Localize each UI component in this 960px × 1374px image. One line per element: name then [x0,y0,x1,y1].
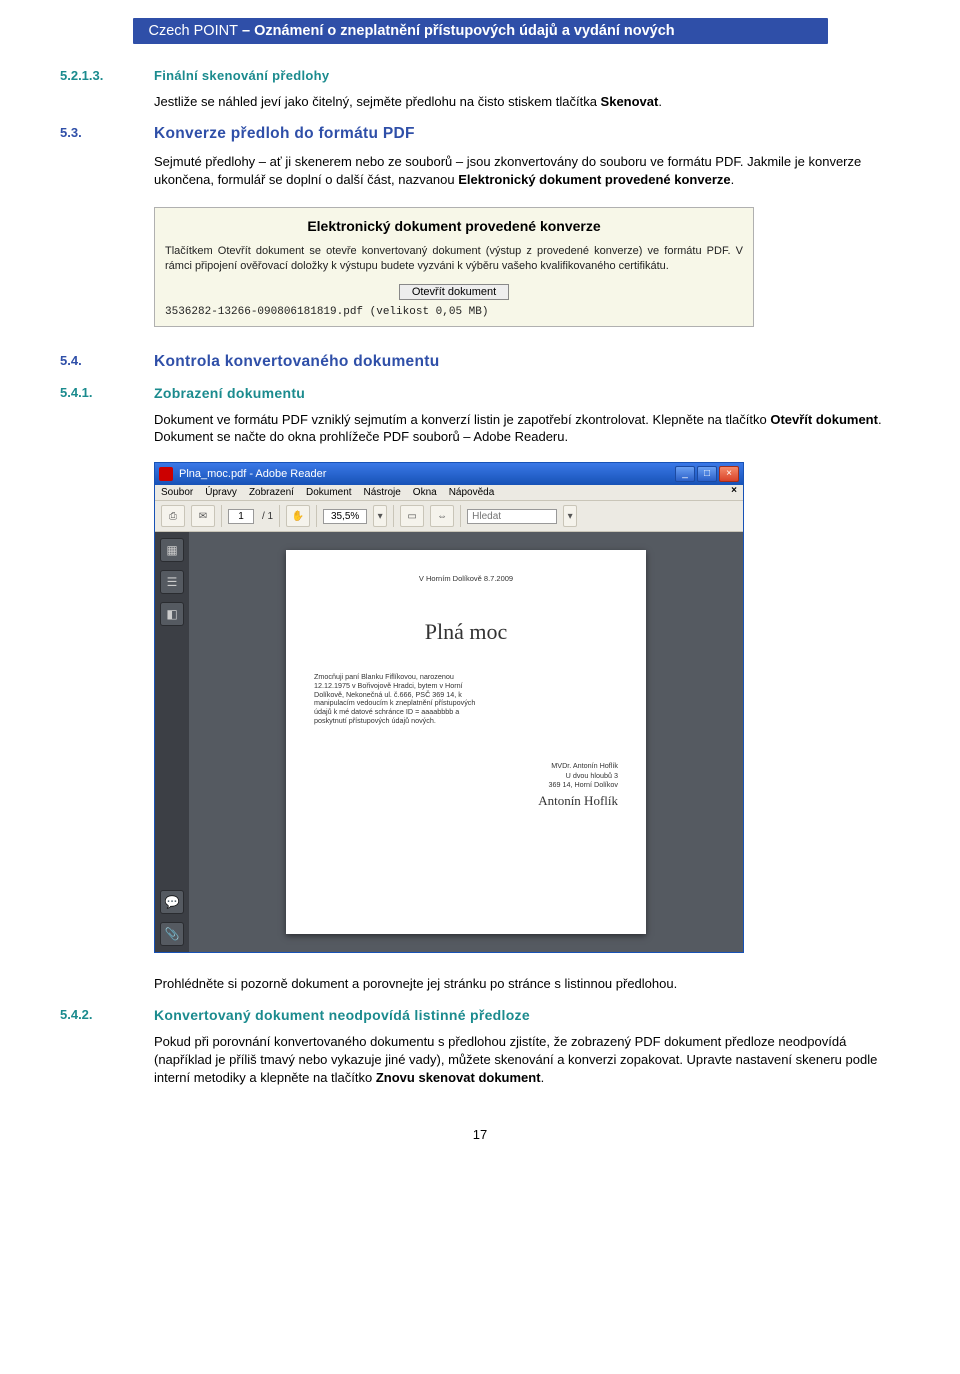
email-icon[interactable]: ✉ [191,505,215,527]
doc-body: Zmocňuji paní Blanku Fiflíkovou, narozen… [314,673,489,725]
page-number: 17 [60,1127,900,1142]
minimize-button[interactable]: _ [675,466,695,482]
doc-close-button[interactable]: × [731,485,737,496]
pdf-page: V Horním Dolíkově 8.7.2009 Plná moc Zmoc… [286,550,646,934]
section-number: 5.4.2. [60,1007,154,1023]
header-left: Czech POINT [149,23,238,39]
section-title: Konvertovaný dokument neodpovídá listinn… [154,1007,530,1023]
paragraph: Dokument ve formátu PDF vzniklý sejmutím… [154,411,900,447]
conversion-box-title: Elektronický dokument provedené konverze [155,208,753,240]
section-title: Zobrazení dokumentu [154,385,305,401]
document-viewport[interactable]: V Horním Dolíkově 8.7.2009 Plná moc Zmoc… [189,532,743,952]
page-number-input[interactable] [228,509,254,524]
window-title: Plna_moc.pdf - Adobe Reader [179,468,675,480]
bookmarks-panel-icon[interactable]: ☰ [160,570,184,594]
section-title: Konverze předloh do formátu PDF [154,125,415,143]
fit-width-icon[interactable]: ⇔ [430,505,454,527]
toolbar: ⎙ ✉ / 1 ✋ ▾ ▭ ⇔ ▾ [155,501,743,532]
doc-title: Plná moc [314,619,618,645]
close-button[interactable]: × [719,466,739,482]
menubar: Soubor Úpravy Zobrazení Dokument Nástroj… [155,485,743,501]
zoom-dropdown-icon[interactable]: ▾ [373,505,387,527]
toolbar-separator [279,505,280,527]
adobe-reader-icon [159,467,173,481]
menu-item[interactable]: Zobrazení [249,487,294,498]
menu-item[interactable]: Okna [413,487,437,498]
maximize-button[interactable]: □ [697,466,717,482]
search-input[interactable] [467,509,557,524]
menu-item[interactable]: Nástroje [364,487,401,498]
conversion-file-name: 3536282-13266-090806181819.pdf (velikost… [155,300,753,326]
section-number: 5.4.1. [60,385,154,401]
reader-workspace: ▦ ☰ ◧ 💬 📎 V Horním Dolíkově 8.7.2009 Pln… [155,532,743,952]
section-5213: 5.2.1.3. Finální skenování předlohy [60,68,900,83]
section-title: Kontrola konvertovaného dokumentu [154,353,439,371]
search-dropdown-icon[interactable]: ▾ [563,505,577,527]
paragraph: Prohlédněte si pozorně dokument a porovn… [154,975,900,993]
menu-item[interactable]: Úpravy [205,487,237,498]
attachments-panel-icon[interactable]: 📎 [160,922,184,946]
section-53: 5.3. Konverze předloh do formátu PDF [60,125,900,143]
section-542: 5.4.2. Konvertovaný dokument neodpovídá … [60,1007,900,1023]
toolbar-separator [316,505,317,527]
section-number: 5.4. [60,353,154,371]
window-titlebar[interactable]: Plna_moc.pdf - Adobe Reader _ □ × [155,463,743,485]
open-document-button[interactable]: Otevřít dokument [399,284,509,300]
hand-tool-icon[interactable]: ✋ [286,505,310,527]
layers-panel-icon[interactable]: ◧ [160,602,184,626]
toolbar-separator [393,505,394,527]
page-total: / 1 [262,511,273,522]
print-icon[interactable]: ⎙ [161,505,185,527]
fit-page-icon[interactable]: ▭ [400,505,424,527]
section-title: Finální skenování předlohy [154,68,329,83]
comments-panel-icon[interactable]: 💬 [160,890,184,914]
paragraph: Pokud při porovnání konvertovaného dokum… [154,1033,900,1087]
section-number: 5.2.1.3. [60,68,154,83]
adobe-reader-window: Plna_moc.pdf - Adobe Reader _ □ × Soubor… [154,462,744,953]
paragraph: Sejmuté předlohy – ať ji skenerem nebo z… [154,153,900,189]
conversion-info-box: Elektronický dokument provedené konverze… [154,207,754,327]
menu-item[interactable]: Soubor [161,487,193,498]
toolbar-separator [460,505,461,527]
menu-item[interactable]: Nápověda [449,487,495,498]
section-number: 5.3. [60,125,154,143]
section-54: 5.4. Kontrola konvertovaného dokumentu [60,353,900,371]
conversion-box-body: Tlačítkem Otevřít dokument se otevře kon… [155,240,753,284]
zoom-input[interactable] [323,509,367,524]
section-541: 5.4.1. Zobrazení dokumentu [60,385,900,401]
pages-panel-icon[interactable]: ▦ [160,538,184,562]
paragraph: Jestliže se náhled jeví jako čitelný, se… [154,93,900,111]
doc-date: V Horním Dolíkově 8.7.2009 [314,574,618,583]
toolbar-separator [221,505,222,527]
reader-sidebar: ▦ ☰ ◧ 💬 📎 [155,532,189,952]
header-right: Oznámení o zneplatnění přístupových údaj… [254,23,675,39]
menu-item[interactable]: Dokument [306,487,352,498]
doc-signature-block: MVDr. Antonín Hoflík U dvou hloubů 3 369… [314,761,618,810]
page-header: Czech POINT – Oznámení o zneplatnění pří… [133,18,828,44]
